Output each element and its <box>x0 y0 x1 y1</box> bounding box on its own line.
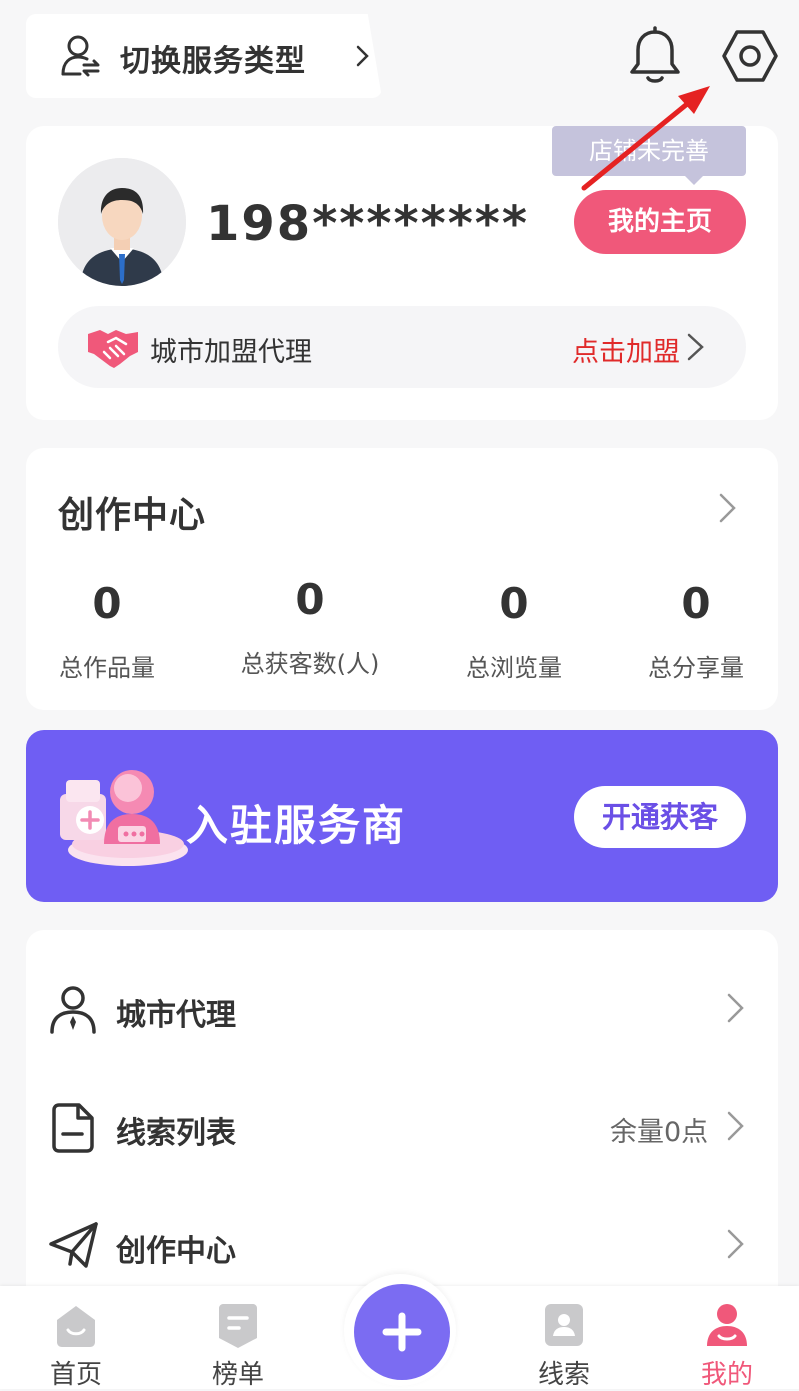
create-fab-button[interactable] <box>354 1284 450 1380</box>
settings-icon[interactable] <box>720 26 780 86</box>
chevron-right-icon <box>726 992 746 1024</box>
menu-item-label: 创作中心 <box>116 1234 236 1269</box>
document-icon <box>48 1102 98 1154</box>
stat-total-shares[interactable]: 0 总分享量 <box>616 578 776 683</box>
ranking-icon <box>178 1302 298 1348</box>
banner-title: 入驻服务商 <box>186 801 407 850</box>
chevron-right-icon <box>686 332 706 362</box>
stat-total-views[interactable]: 0 总浏览量 <box>434 578 594 683</box>
tab-label: 线索 <box>537 1360 590 1390</box>
city-franchise-label: 城市加盟代理 <box>150 337 312 368</box>
tab-leads[interactable]: 线索 <box>504 1302 624 1391</box>
tab-label: 榜单 <box>211 1360 264 1390</box>
profile-icon <box>667 1302 787 1348</box>
stat-value: 0 <box>681 579 711 628</box>
stat-value: 0 <box>92 579 122 628</box>
bell-icon[interactable] <box>626 26 684 86</box>
plus-icon <box>382 1312 422 1352</box>
stat-total-works[interactable]: 0 总作品量 <box>27 578 187 683</box>
chevron-right-icon <box>726 1110 746 1142</box>
creation-center-title[interactable]: 创作中心 <box>58 486 206 538</box>
stat-label: 总作品量 <box>59 654 155 682</box>
stat-label: 总分享量 <box>648 654 744 682</box>
menu-item-leads-list[interactable]: 线索列表 余量0点 <box>26 1068 778 1186</box>
store-incomplete-tooltip: 店铺未完善 <box>552 126 746 176</box>
stat-label: 总浏览量 <box>466 654 562 682</box>
send-icon <box>48 1220 100 1270</box>
menu-item-label: 城市代理 <box>116 998 236 1033</box>
chevron-right-icon[interactable] <box>718 492 738 524</box>
tab-ranking[interactable]: 榜单 <box>178 1302 298 1391</box>
menu-item-extra: 余量0点 <box>610 1117 709 1148</box>
tooltip-tail <box>684 175 704 185</box>
menu-item-city-agent[interactable]: 城市代理 <box>26 950 778 1068</box>
switch-service-type-button[interactable]: 切换服务类型 <box>26 14 382 98</box>
city-franchise-bar[interactable]: 城市加盟代理 点击加盟 <box>58 306 746 388</box>
my-homepage-button[interactable]: 我的主页 <box>574 190 746 254</box>
tab-home[interactable]: 首页 <box>16 1302 136 1391</box>
chevron-right-icon <box>356 44 370 68</box>
handshake-icon <box>86 324 140 370</box>
user-phone: 198******** <box>206 196 530 252</box>
stat-label: 总获客数(人) <box>240 650 380 678</box>
tab-mine[interactable]: 我的 <box>667 1302 787 1391</box>
tab-label: 我的 <box>700 1360 753 1390</box>
service-provider-banner[interactable]: 入驻服务商 开通获客 <box>26 730 778 902</box>
menu-item-label: 线索列表 <box>116 1116 236 1151</box>
avatar[interactable] <box>58 158 186 286</box>
tab-label: 首页 <box>49 1360 102 1390</box>
leads-icon <box>504 1302 624 1348</box>
stat-total-customers[interactable]: 0 总获客数(人) <box>230 574 390 679</box>
stat-value: 0 <box>295 575 325 624</box>
chevron-right-icon <box>726 1228 746 1260</box>
service-provider-illustration <box>52 760 192 870</box>
switch-service-type-label: 切换服务类型 <box>120 44 306 79</box>
join-now-link[interactable]: 点击加盟 <box>572 330 680 369</box>
stat-value: 0 <box>499 579 529 628</box>
user-switch-icon <box>60 34 100 78</box>
open-acquisition-button[interactable]: 开通获客 <box>574 786 746 848</box>
home-icon <box>16 1302 136 1348</box>
agent-icon <box>48 984 98 1034</box>
